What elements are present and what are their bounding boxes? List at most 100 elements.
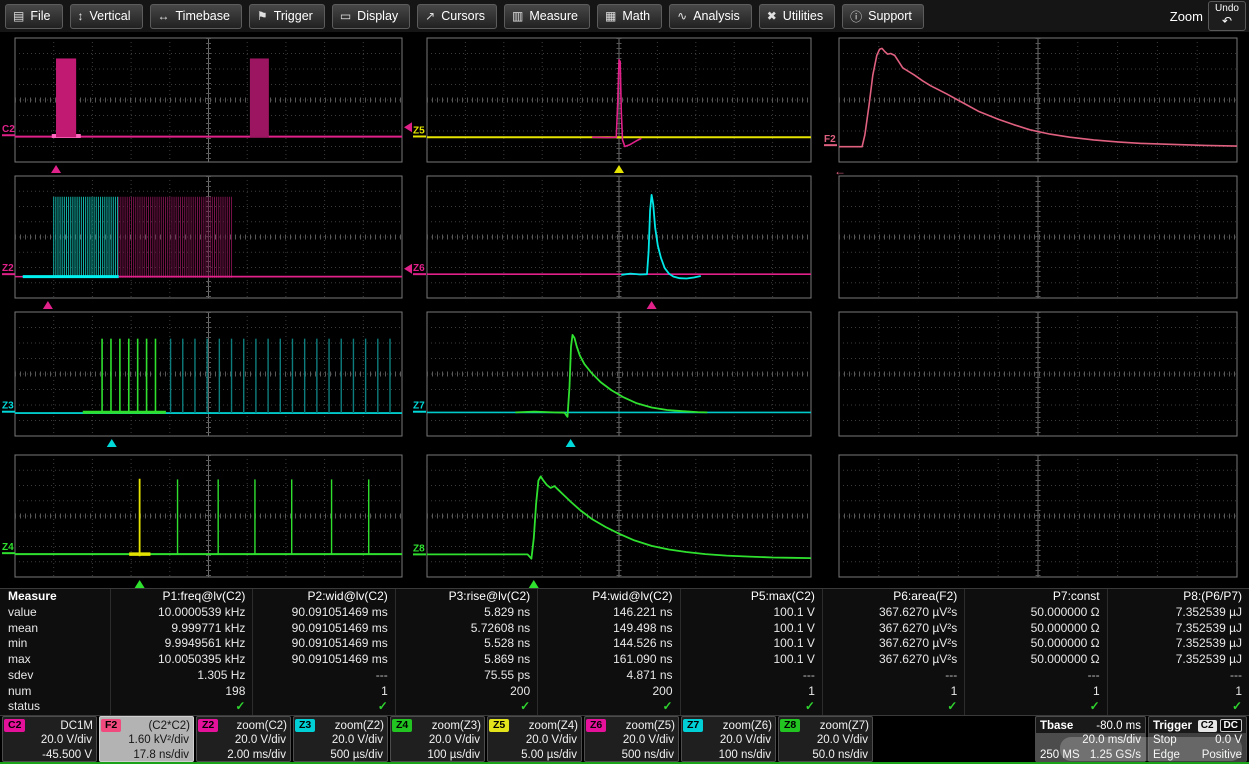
menu-button-display[interactable]: ▭Display: [332, 4, 410, 29]
trigger-level-marker-z2[interactable]: [404, 264, 412, 274]
menu-button-trigger[interactable]: ⚑Trigger: [249, 4, 325, 29]
trigger-position-marker-z6[interactable]: [647, 301, 657, 309]
measure-col-header-p7[interactable]: P7:const: [964, 589, 1106, 605]
measure-sdev-p2: ---: [252, 668, 394, 684]
channel-descriptor-z7[interactable]: Z7zoom(Z6)20.0 V/div100 ns/div: [681, 716, 776, 762]
trace-label-z3[interactable]: Z3: [2, 401, 14, 412]
measure-min-p6: 367.6270 µV²s: [822, 636, 964, 652]
trace-label-z4[interactable]: Z4: [2, 542, 14, 553]
channel-tab-z6[interactable]: Z6: [586, 719, 606, 732]
channel-scale-z3: 20.0 V/div: [294, 733, 387, 748]
channel-descriptor-z4[interactable]: Z4zoom(Z3)20.0 V/div100 µs/div: [390, 716, 485, 762]
trigger-position-marker-z5[interactable]: [614, 165, 624, 173]
channel-tab-z5[interactable]: Z5: [489, 719, 509, 732]
trigger-level-marker-c2[interactable]: [404, 122, 412, 132]
grid-panel-c2[interactable]: [15, 38, 402, 162]
menu-button-cursors[interactable]: ↗Cursors: [417, 4, 497, 29]
channel-tab-z2[interactable]: Z2: [198, 719, 218, 732]
channel-tab-z3[interactable]: Z3: [295, 719, 315, 732]
grid-panel-z8[interactable]: [427, 455, 811, 577]
measure-num-p8: 1: [1107, 684, 1249, 700]
zoom-mode-label: Zoom: [1170, 9, 1203, 24]
grid-panel-z7[interactable]: [427, 312, 811, 436]
measure-col-header-p4[interactable]: P4:wid@lv(C2): [537, 589, 679, 605]
timebase-header: Tbase -80.0 ms: [1036, 717, 1145, 733]
measure-col-header-p3[interactable]: P3:rise@lv(C2): [395, 589, 537, 605]
vertical-icon: ↕: [78, 9, 84, 23]
menu-button-math[interactable]: ▦Math: [597, 4, 662, 29]
grid-panel-z3[interactable]: [15, 312, 402, 436]
measure-num-p5: 1: [680, 684, 822, 700]
measure-row-label-min: min: [0, 636, 110, 652]
channel-offset-f2: 17.8 ns/div: [100, 748, 193, 763]
measure-mean-p5: 100.1 V: [680, 621, 822, 637]
trigger-position-marker-z4[interactable]: [135, 580, 145, 588]
trace-label-z2[interactable]: Z2: [2, 263, 14, 274]
channel-source-z8: zoom(Z7): [800, 720, 869, 732]
trigger-position-marker-z2[interactable]: [43, 301, 53, 309]
channel-tab-z7[interactable]: Z7: [683, 719, 703, 732]
menu-button-file[interactable]: ▤File: [5, 4, 63, 29]
channel-descriptor-z2[interactable]: Z2zoom(C2)20.0 V/div2.00 ms/div: [196, 716, 291, 762]
measure-row-label-status: status: [0, 699, 110, 715]
measure-mean-p2: 90.091051469 ms: [252, 621, 394, 637]
menu-button-analysis[interactable]: ∿ Analysis: [669, 4, 752, 29]
trace-label-z6[interactable]: Z6: [413, 263, 425, 274]
channel-descriptor-z8[interactable]: Z8zoom(Z7)20.0 V/div50.0 ns/div: [778, 716, 873, 762]
grid-panel-empty-r2[interactable]: [839, 176, 1237, 298]
trigger-icon: ⚑: [257, 9, 268, 23]
channel-descriptor-z6[interactable]: Z6zoom(Z5)20.0 V/div500 ns/div: [584, 716, 679, 762]
measure-num-p1: 198: [110, 684, 252, 700]
menu-button-measure[interactable]: ▥Measure: [504, 4, 590, 29]
measure-col-header-p1[interactable]: P1:freq@lv(C2): [110, 589, 252, 605]
timebase-offset: -80.0 ms: [1096, 720, 1141, 732]
menu-label-analysis: Analysis: [693, 9, 740, 23]
trace-label-z8[interactable]: Z8: [413, 543, 425, 554]
measure-col-header-p8[interactable]: P8:(P6/P7): [1107, 589, 1249, 605]
display-icon: ▭: [340, 9, 351, 23]
undo-icon: ↶: [1209, 15, 1245, 27]
menu-button-support[interactable]: ⓘSupport: [842, 4, 924, 29]
channel-tab-z4[interactable]: Z4: [392, 719, 412, 732]
measure-min-p2: 90.091051469 ms: [252, 636, 394, 652]
measure-col-header-p5[interactable]: P5:max(C2): [680, 589, 822, 605]
grid-panel-z6[interactable]: [427, 176, 811, 298]
grid-panel-z5[interactable]: [427, 38, 811, 162]
trigger-position-marker-z8[interactable]: [529, 580, 539, 588]
menu-button-timebase[interactable]: ↔Timebase: [150, 4, 242, 29]
trace-label-f2[interactable]: F2: [824, 134, 836, 145]
measure-status-p2: ✓: [252, 699, 394, 715]
timebase-title: Tbase: [1040, 720, 1073, 732]
channel-scale-z2: 20.0 V/div: [197, 733, 290, 748]
channel-descriptor-z3[interactable]: Z3zoom(Z2)20.0 V/div500 µs/div: [293, 716, 388, 762]
measure-sdev-p8: ---: [1107, 668, 1249, 684]
trace-label-z5[interactable]: Z5: [413, 125, 425, 136]
analysis-icon: ∿: [677, 9, 687, 23]
grid-panel-z4[interactable]: [15, 455, 402, 577]
trace-label-c2[interactable]: C2: [2, 124, 15, 135]
trigger-position-marker-z3[interactable]: [107, 439, 117, 447]
channel-tab-z8[interactable]: Z8: [780, 719, 800, 732]
trigger-position-marker-c2[interactable]: [51, 165, 61, 173]
trace-label-z7[interactable]: Z7: [413, 401, 425, 412]
channel-tab-f2[interactable]: F2: [101, 719, 121, 732]
channel-descriptor-z5[interactable]: Z5zoom(Z4)20.0 V/div5.00 µs/div: [487, 716, 582, 762]
grid-panel-empty-r4[interactable]: [839, 455, 1237, 577]
grid-panel-empty-r3[interactable]: [839, 312, 1237, 436]
channel-descriptor-c2[interactable]: C2DC1M20.0 V/div-45.500 V: [2, 716, 97, 762]
measure-col-header-p6[interactable]: P6:area(F2): [822, 589, 964, 605]
channel-tab-c2[interactable]: C2: [4, 719, 25, 732]
measure-col-header-p2[interactable]: P2:wid@lv(C2): [252, 589, 394, 605]
measure-mean-p8: 7.352539 µJ: [1107, 621, 1249, 637]
menu-button-utilities[interactable]: ✖Utilities: [759, 4, 835, 29]
menu-button-vertical[interactable]: ↕Vertical: [70, 4, 143, 29]
grid-panel-f2[interactable]: [839, 38, 1237, 162]
menu-label-support: Support: [868, 9, 912, 23]
undo-button[interactable]: Undo↶: [1208, 1, 1246, 31]
trigger-position-marker-z7[interactable]: [566, 439, 576, 447]
measure-max-p8: 7.352539 µJ: [1107, 652, 1249, 668]
channel-descriptor-f2[interactable]: F2(C2*C2)1.60 kV²/div17.8 ns/div: [99, 716, 194, 762]
measure-max-p3: 5.869 ns: [395, 652, 537, 668]
grid-panel-z2[interactable]: [15, 176, 402, 298]
channel-source-f2: (C2*C2): [121, 720, 190, 732]
